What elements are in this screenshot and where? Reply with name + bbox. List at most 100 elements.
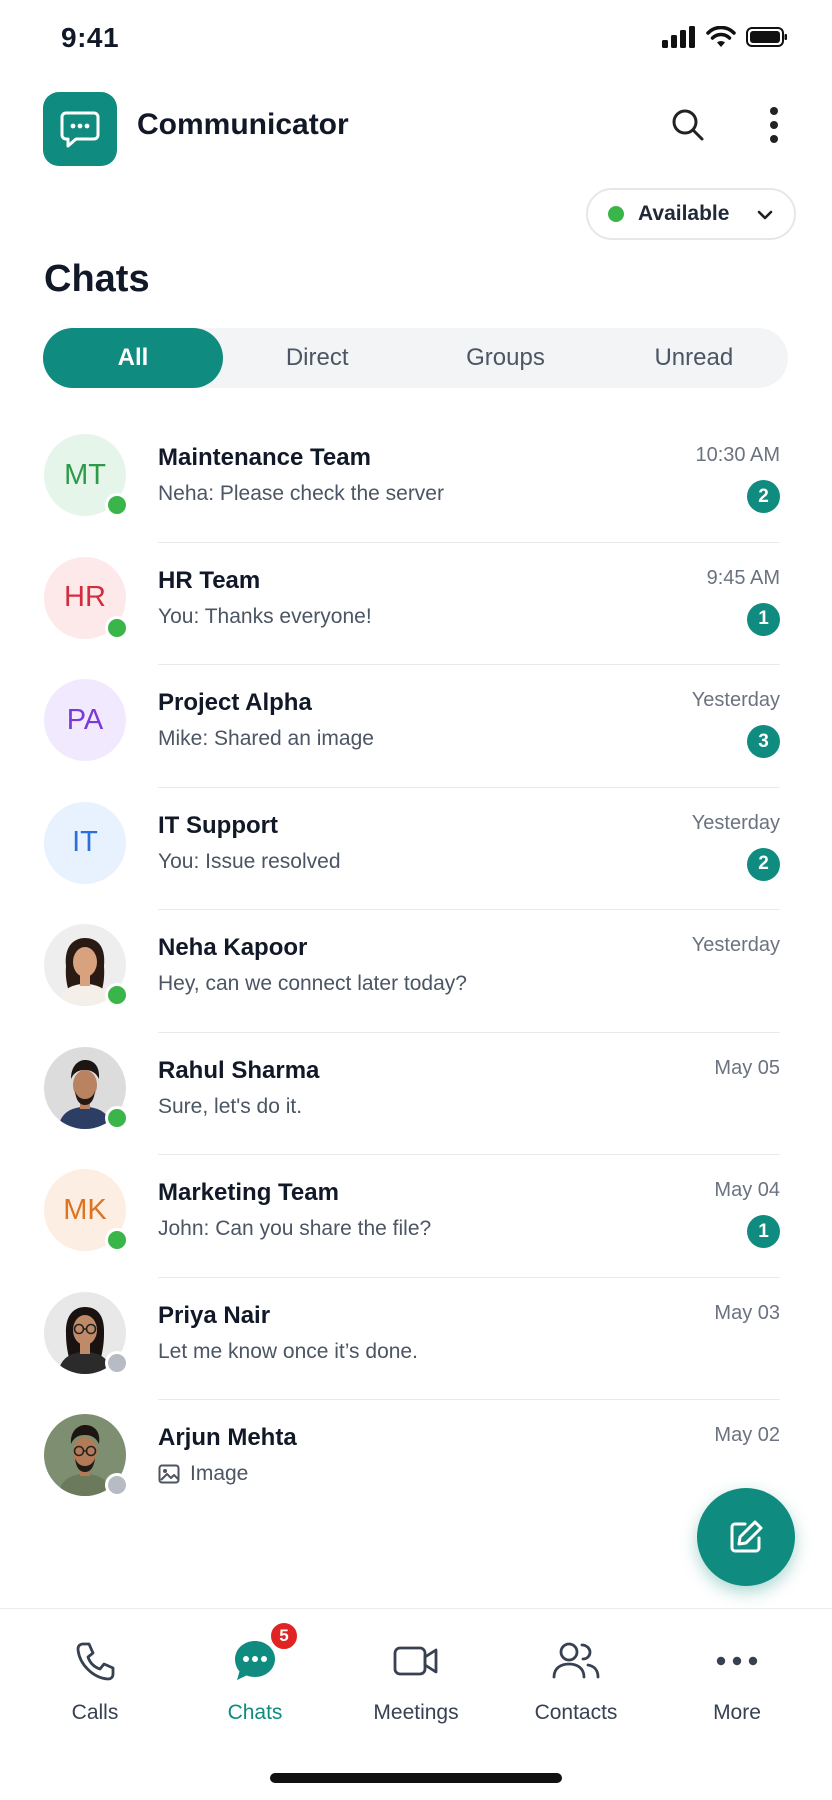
status-time: 9:41 [61,22,120,53]
chat-name: Neha Kapoor [158,934,308,961]
chat-filter-tabs: All Direct Groups Unread [43,328,788,388]
bottom-navigation: Calls 5 Chats Meetings Contacts More [0,1608,832,1800]
chat-name: Rahul Sharma [158,1056,320,1084]
video-icon [393,1646,438,1676]
chats-unread-badge: 5 [269,1621,299,1651]
chat-preview-text: Mike: Shared an image [158,727,374,750]
chat-list: MT Maintenance Team Neha: Please check the… [0,420,832,1523]
chat-timestamp: May 02 [714,1424,780,1446]
chat-preview: Image [158,1462,248,1486]
chat-name: Marketing Team [158,1179,339,1206]
phone-icon [76,1642,115,1681]
nav-meetings-icon-wrap [392,1633,440,1689]
presence-label: Available [638,202,730,225]
presence-dot [608,206,624,222]
chat-timestamp: 9:45 AM [706,566,780,589]
chat-preview: Neha: Please check the server [158,482,444,506]
chat-timestamp: May 03 [714,1301,780,1324]
online-status-dot [105,615,129,640]
signal-icon [662,26,695,48]
tab-direct[interactable]: Direct [223,328,411,388]
unread-count-badge: 1 [747,602,780,636]
unread-count-badge: 2 [747,480,780,513]
page-title: Chats [44,258,150,300]
chat-row[interactable]: Neha Kapoor Hey, can we connect later tod… [0,910,832,1033]
chat-name: IT Support [158,811,278,839]
nav-chats[interactable]: 5 Chats [180,1621,330,1725]
tab-unread[interactable]: Unread [600,328,788,388]
offline-status-dot [105,1350,129,1375]
nav-calls[interactable]: Calls [20,1633,170,1725]
search-button[interactable] [666,103,710,147]
chat-row[interactable]: Arjun Mehta Image May 02 [0,1400,832,1523]
chat-row[interactable]: HR HR Team You: Thanks everyone! 9:45 AM 1 [0,543,832,665]
tab-all[interactable]: All [43,328,223,388]
chat-timestamp: Yesterday [691,689,780,711]
chat-preview: You: Thanks everyone! [158,605,372,629]
tab-groups[interactable]: Groups [411,328,599,388]
chat-timestamp: Yesterday [691,811,780,834]
nav-meetings-label: Meetings [373,1701,459,1724]
chat-row[interactable]: Priya Nair Let me know once it’s done. May… [0,1278,832,1400]
chat-preview-text: Neha: Please check the server [158,482,444,505]
app-logo [43,92,117,166]
unread-count-badge: 2 [747,847,780,881]
chat-preview: Mike: Shared an image [158,727,374,751]
more-horizontal-icon [716,1656,758,1666]
chat-preview-text: Image [190,1462,249,1485]
chat-row[interactable]: MK Marketing Team John: Can you share the … [0,1155,832,1278]
chat-preview-text: You: Thanks everyone! [158,604,372,628]
chat-name: Project Alpha [158,689,312,716]
chat-name: Arjun Mehta [158,1424,297,1451]
unread-count-badge: 1 [747,1215,780,1248]
battery-icon [746,27,787,47]
app-title: Communicator [137,108,349,141]
online-status-dot [105,983,129,1007]
nav-more[interactable]: More [662,1633,812,1725]
chat-timestamp: May 04 [714,1179,780,1201]
new-chat-button[interactable] [697,1488,795,1586]
wifi-icon [706,26,736,47]
nav-calls-icon-wrap [73,1633,117,1689]
chat-bubble-icon [60,111,100,148]
chat-preview: Sure, let's do it. [158,1095,302,1119]
chat-row[interactable]: PA Project Alpha Mike: Shared an image Yest… [0,665,832,788]
chat-preview: John: Can you share the file? [158,1217,431,1241]
nav-more-label: More [713,1701,761,1724]
chat-preview: Hey, can we connect later today? [158,972,467,996]
presence-selector[interactable]: Available [586,188,796,240]
chat-row[interactable]: MT Maintenance Team Neha: Please check the… [0,420,832,543]
search-icon [672,109,704,141]
nav-contacts-label: Contacts [534,1701,618,1724]
status-bar: 9:41 [0,0,832,80]
chat-timestamp: 10:30 AM [695,444,780,466]
nav-more-icon-wrap [715,1633,759,1689]
chat-preview: You: Issue resolved [158,850,341,874]
nav-contacts[interactable]: Contacts [501,1633,651,1725]
nav-chats-icon-wrap: 5 [231,1621,299,1689]
chat-preview-text: Hey, can we connect later today? [158,972,467,995]
unread-count-badge: 3 [747,725,780,758]
status-icons [662,26,788,48]
chat-preview-text: Sure, let's do it. [158,1094,303,1118]
chat-timestamp: May 05 [714,1056,780,1079]
online-status-dot [105,493,129,517]
image-icon [158,1464,180,1484]
chat-preview-text: You: Issue resolved [158,849,341,873]
chat-name: Priya Nair [158,1301,271,1329]
nav-chats-label: Chats [227,1701,283,1724]
chat-name: Maintenance Team [158,444,371,471]
chat-timestamp: Yesterday [691,934,780,956]
avatar-initials: PA [44,679,126,761]
chevron-down-icon [757,210,773,220]
chat-row[interactable]: Rahul Sharma Sure, let's do it. May 05 [0,1033,832,1155]
more-options-button[interactable] [756,103,792,147]
chat-preview-text: Let me know once it’s done. [158,1339,418,1363]
chat-name: HR Team [158,566,261,594]
nav-meetings[interactable]: Meetings [341,1633,491,1725]
chat-preview-text: John: Can you share the file? [158,1217,432,1240]
nav-calls-label: Calls [71,1701,119,1724]
chat-row[interactable]: IT IT Support You: Issue resolved Yesterday… [0,788,832,910]
offline-status-dot [105,1473,129,1497]
chat-preview: Let me know once it’s done. [158,1340,418,1364]
